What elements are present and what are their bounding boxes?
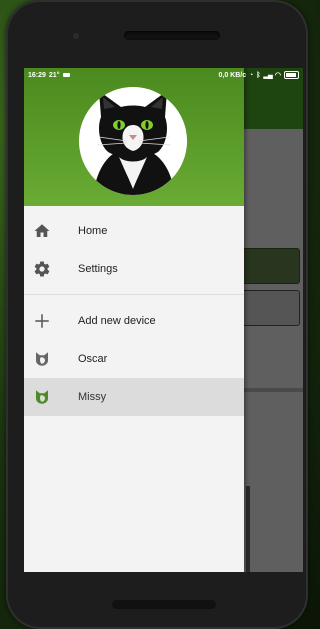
cat-avatar[interactable] xyxy=(79,87,187,195)
signal-icon: ▂▄ xyxy=(263,72,273,79)
alarm-icon: ◔ xyxy=(249,71,254,79)
menu-item-label: Home xyxy=(78,225,108,237)
cat-icon xyxy=(32,387,52,407)
menu-item-label: Missy xyxy=(78,391,107,403)
battery-icon xyxy=(284,71,299,79)
bottom-speaker xyxy=(112,600,216,609)
front-sensor xyxy=(73,33,79,39)
video-camera-icon xyxy=(62,73,70,77)
cat-photo-icon xyxy=(79,87,187,195)
background-button-primary xyxy=(240,248,300,284)
drawer-menu: Home Settings Add new device Oscar Missy xyxy=(24,206,244,416)
menu-item-label: Oscar xyxy=(78,353,108,365)
phone-frame: 16:29 21° 0,0 KB/c ◔ ᛒ ▂▄ ◠ 98 xyxy=(6,0,308,629)
status-time: 16:29 xyxy=(28,71,46,79)
menu-item-add-device[interactable]: Add new device xyxy=(24,302,244,340)
navigation-drawer: Home Settings Add new device Oscar Missy xyxy=(24,68,244,572)
status-temperature: 21° xyxy=(48,71,60,79)
plus-icon xyxy=(32,311,52,331)
screen: 16:29 21° 0,0 KB/c ◔ ᛒ ▂▄ ◠ 98 xyxy=(24,68,303,572)
earpiece-speaker xyxy=(124,31,220,40)
drawer-header xyxy=(24,68,244,206)
menu-item-oscar[interactable]: Oscar xyxy=(24,340,244,378)
menu-item-missy[interactable]: Missy xyxy=(24,378,244,416)
menu-item-label: Add new device xyxy=(78,315,156,327)
background-button-secondary xyxy=(240,290,300,326)
menu-item-home[interactable]: Home xyxy=(24,212,244,250)
menu-divider xyxy=(24,294,244,295)
menu-item-label: Settings xyxy=(78,263,118,275)
menu-item-settings[interactable]: Settings xyxy=(24,250,244,288)
gear-icon xyxy=(32,259,52,279)
bluetooth-icon: ᛒ xyxy=(256,71,261,79)
background-divider xyxy=(240,388,303,392)
status-bar: 16:29 21° 0,0 KB/c ◔ ᛒ ▂▄ ◠ 98 xyxy=(24,68,303,82)
background-element xyxy=(246,486,250,572)
status-net-speed: 0,0 KB/c xyxy=(218,71,247,79)
wifi-icon: ◠ xyxy=(274,72,281,79)
home-icon xyxy=(32,221,52,241)
cat-icon xyxy=(32,349,52,369)
